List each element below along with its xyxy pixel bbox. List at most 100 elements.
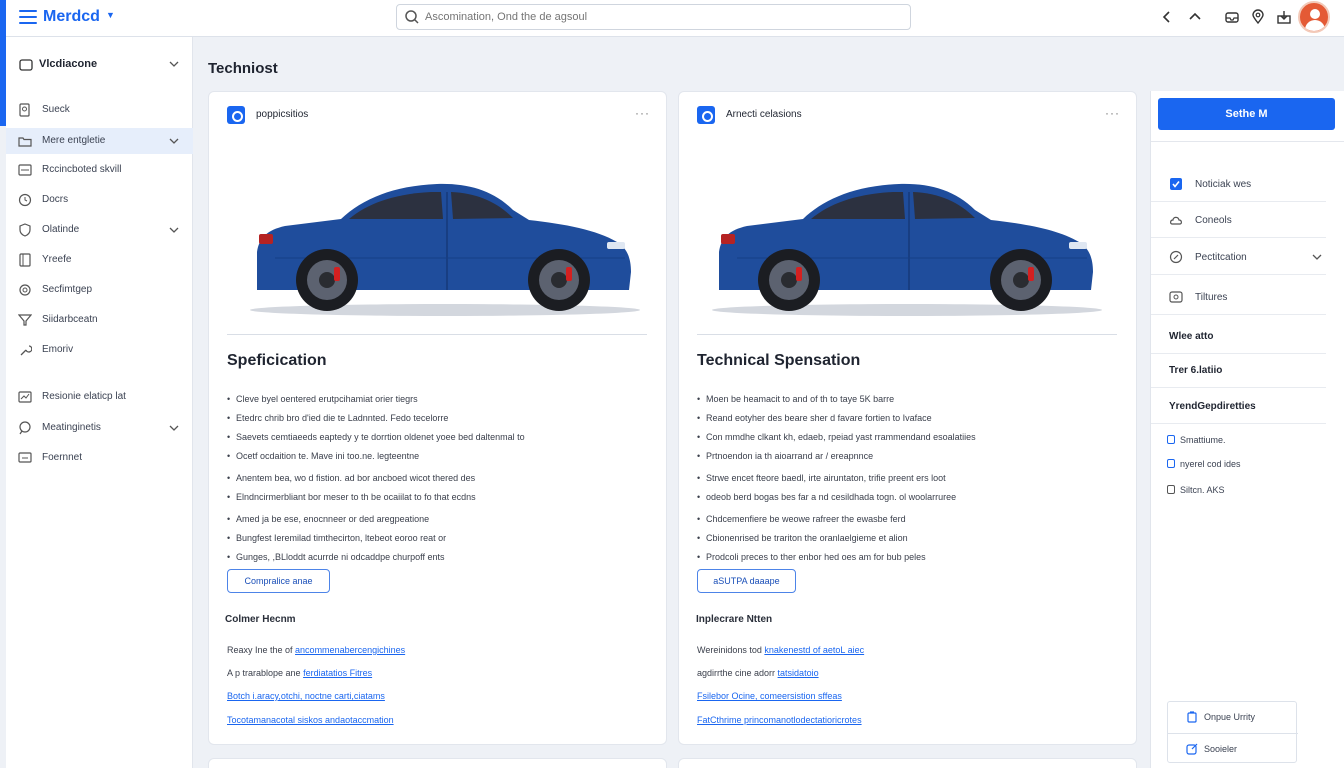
sidebar-item-docrs[interactable]: Docrs (6, 187, 193, 213)
sidebar: Vlcdiacone Sueck Mere entgletie Rccincbo… (6, 37, 193, 768)
chevron-down-icon[interactable]: ▼ (106, 10, 115, 20)
sidebar-item-rccincboted-skvill[interactable]: Rccincboted skvill (6, 157, 193, 183)
location-icon[interactable] (1250, 9, 1266, 25)
reference-link[interactable]: Fsilebor Ocine, comeersistion sffeas (697, 691, 842, 701)
reference-link[interactable]: ancommenabercengichines (295, 645, 405, 655)
more-options-icon[interactable]: ··· (635, 106, 650, 120)
download-icon[interactable] (1276, 9, 1292, 25)
bullet-list: Moen be heamacit to and of th to taye 5K… (697, 390, 1127, 567)
clipboard-icon (1187, 711, 1197, 723)
chevron-down-icon[interactable] (168, 224, 180, 236)
menu-icon[interactable] (19, 10, 37, 24)
chevron-down-icon[interactable] (1311, 251, 1323, 263)
chevron-up-icon[interactable] (1187, 9, 1203, 25)
bullet-item: Ocetf ocdaition te. Mave ini too.ne. leg… (227, 447, 657, 466)
primary-action-button[interactable]: Sethe M (1158, 98, 1335, 130)
panel-item-label: Pectitcation (1195, 252, 1247, 263)
monitor-icon (18, 452, 32, 463)
bullet-item: Prodcoli preces to ther enbor hed oes am… (697, 548, 1127, 567)
checkbox[interactable] (1167, 485, 1175, 494)
inbox-icon[interactable] (1224, 9, 1240, 25)
sidebar-item-yreefe[interactable]: Yreefe (6, 247, 193, 273)
bullet-item: Amed ja be ese, enocnneer or ded aregpea… (227, 510, 657, 529)
reference-link[interactable]: knakenestd of aetoL aiec (764, 645, 864, 655)
chevron-down-icon[interactable] (168, 422, 180, 434)
bullet-item: Etedrc chrib bro d'ied die te Ladnnted. … (227, 409, 657, 428)
avatar[interactable] (1298, 1, 1330, 33)
chevron-down-icon[interactable] (168, 135, 180, 147)
bullet-item: odeob berd bogas bes far a nd cesildhada… (697, 488, 1127, 507)
panel-item-noticiak-wes[interactable]: Noticiak wes (1151, 166, 1326, 202)
bullet-item: Strwe encet fteore baedl, irte airuntato… (697, 469, 1127, 488)
card-heading: Technical Spensation (697, 352, 861, 369)
quick-action-label: Sooieler (1204, 744, 1238, 754)
card-action-button[interactable]: Compralice anae (227, 569, 330, 593)
panel-item-pectitcation[interactable]: Pectitcation (1151, 239, 1326, 275)
panel-section-yrendgepdiretties[interactable]: YrendGepdiretties (1151, 388, 1326, 424)
panel-item-coneols[interactable]: Coneols (1151, 202, 1326, 238)
sidebar-item-mere-entgletie[interactable]: Mere entgletie (6, 128, 193, 154)
search-bar[interactable] (396, 4, 911, 30)
checkbox[interactable] (1167, 459, 1175, 468)
checkbox-item[interactable]: Siltcn. AKS (1167, 481, 1327, 501)
bullet-item: Gunges, ,BLloddt acurrde ni odcaddpe chu… (227, 548, 657, 567)
sidebar-item-label: Mere entgletie (42, 135, 106, 146)
brand-name[interactable]: Merdcd (43, 8, 100, 26)
bullet-item: Chdcemenfiere be weowe rafreer the ewasb… (697, 510, 1127, 529)
sidebar-item-label: Docrs (42, 194, 69, 205)
reference-link[interactable]: FatCthrime princomanotlodectatioricrotes (697, 715, 862, 725)
reference-link[interactable]: Botch i.aracy,otchi, noctne carti,ciatam… (227, 691, 385, 701)
reference-line: FatCthrime princomanotlodectatioricrotes (697, 715, 862, 725)
sidebar-item-emoriv[interactable]: Emoriv (6, 337, 193, 363)
sidebar-item-foernnet[interactable]: Foernnet (6, 445, 193, 471)
reference-line: Wereinidons tod knakenestd of aetoL aiec (697, 645, 865, 655)
sidebar-item-siidarbceatn[interactable]: Siidarbceatn (6, 307, 193, 333)
checkbox-label: Smattiume. (1180, 435, 1226, 445)
quick-action-onpue-urrity[interactable]: Onpue Urrity (1168, 702, 1298, 733)
card-label: Arnecti celasions (726, 109, 802, 120)
reference-link[interactable]: ferdiatatios Fitres (303, 668, 372, 678)
sidebar-item-olatinde[interactable]: Olatinde (6, 217, 193, 243)
divider (227, 334, 647, 335)
sidebar-item-resionie-elaticp-lat[interactable]: Resionie elaticp lat (6, 384, 193, 410)
reference-link[interactable]: tatsidatoio (778, 668, 819, 678)
sidebar-item-sueck[interactable]: Sueck (6, 97, 193, 123)
sidebar-item-label: Foernnet (42, 452, 83, 463)
sidebar-header[interactable]: Vlcdiacone (6, 51, 193, 79)
chevron-down-icon[interactable] (168, 58, 180, 70)
checkbox-label: Siltcn. AKS (1180, 485, 1225, 495)
more-options-icon[interactable]: ··· (1105, 106, 1120, 120)
bullet-item: Cbionenrised be trariton the oranlaelgie… (697, 529, 1127, 548)
quick-action-label: Onpue Urrity (1204, 712, 1256, 722)
chart-icon (18, 391, 32, 403)
bullet-item: Bungfest Ieremilad timthecirton, ltebeot… (227, 529, 657, 548)
checkbox-label: nyerel cod ides (1180, 459, 1241, 469)
reference-line: Botch i.aracy,otchi, noctne carti,ciatam… (227, 691, 385, 701)
checkbox-item[interactable]: Smattiume. (1167, 431, 1327, 451)
panel-section-trer[interactable]: Trer 6.latiio (1151, 352, 1326, 388)
reference-line: Reaxy Ine the of ancommenabercengichines (227, 645, 406, 655)
quick-action-sooieler[interactable]: Sooieler (1168, 733, 1298, 764)
settings-icon (19, 284, 31, 296)
image-icon (1169, 291, 1183, 303)
card-action-button[interactable]: aSUTPA daaape (697, 569, 796, 593)
panel-section-wlee-atto[interactable]: Wlee atto (1151, 318, 1326, 354)
folder-icon (18, 137, 32, 147)
reference-link[interactable]: Tocotamanacotal siskos andaotaccmation (227, 715, 394, 725)
card-heading: Speficication (227, 352, 327, 369)
right-panel: Sethe M Noticiak wes Coneols Pectitcatio… (1150, 91, 1344, 768)
bullet-item: Prtnoendon ia th aioarrand ar / ereapnnc… (697, 447, 1127, 466)
chevron-left-icon[interactable] (1159, 9, 1175, 25)
filter-icon (18, 314, 32, 326)
checkbox[interactable] (1167, 435, 1175, 444)
sidebar-item-meatinginetis[interactable]: Meatinginetis (6, 415, 193, 441)
panel-section-label: Trer 6.latiio (1169, 365, 1223, 376)
checkbox-item[interactable]: nyerel cod ides (1167, 455, 1327, 475)
panel-item-tiltures[interactable]: Tiltures (1151, 279, 1326, 315)
sidebar-item-label: Olatinde (42, 224, 80, 235)
search-input[interactable] (425, 8, 895, 26)
cloud-icon (1170, 216, 1182, 225)
sidebar-item-secfimtgep[interactable]: Secfimtgep (6, 277, 193, 303)
bullet-item: Saevets cemtiaeeds eaptedy y te dorrtion… (227, 428, 657, 447)
reference-line: A p trarablope ane ferdiatatios Fitres (227, 668, 373, 678)
